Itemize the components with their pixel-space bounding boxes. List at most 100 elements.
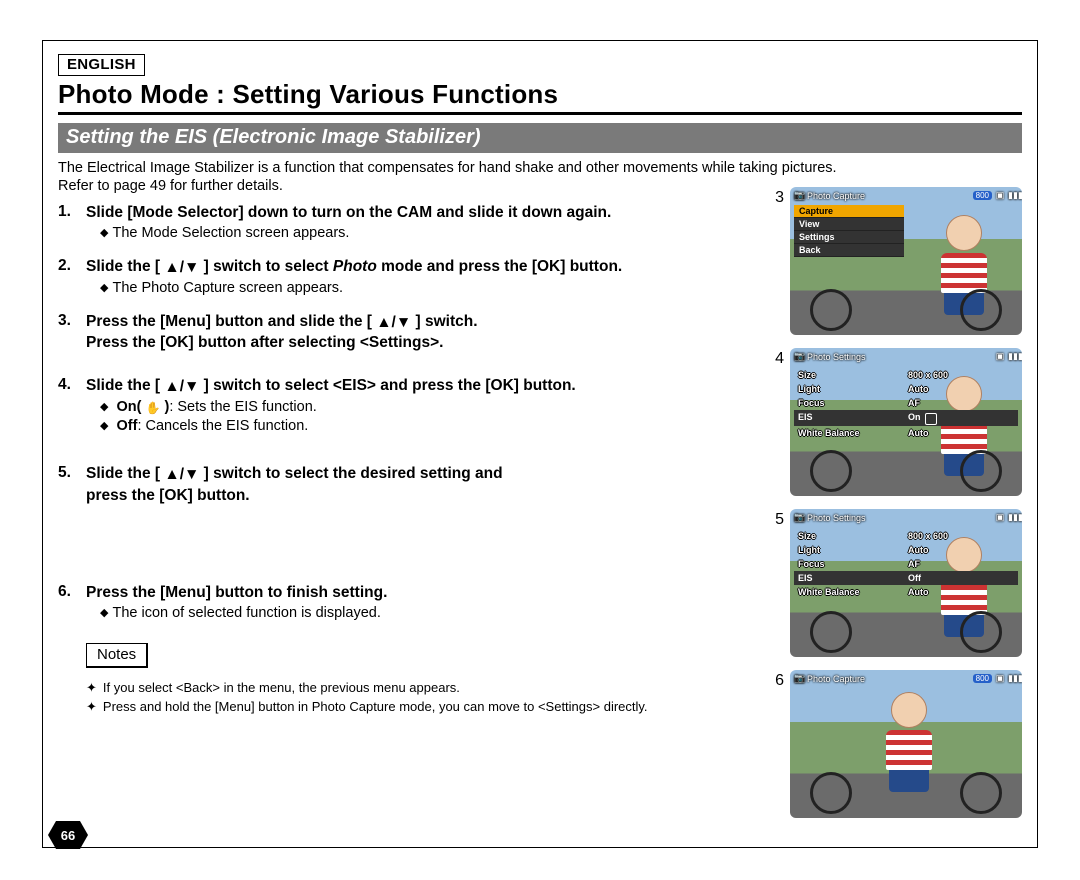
settings-row-size[interactable]: Size800 x 600 xyxy=(794,368,1018,382)
settings-row-eis[interactable]: EISOn xyxy=(794,410,1018,426)
hand-icon: ✋ xyxy=(146,401,161,417)
settings-row-wb[interactable]: White BalanceAuto xyxy=(794,585,1018,599)
settings-row-eis[interactable]: EISOff xyxy=(794,571,1018,585)
boy-figure xyxy=(881,692,937,784)
memory-icon: ▣ xyxy=(995,673,1005,684)
step-sub: The Photo Capture screen appears. xyxy=(100,279,778,298)
battery-icon: ▮▮▮ xyxy=(1008,512,1018,523)
screenshot-number: 4 xyxy=(766,350,784,368)
up-down-icon: ▲/▼ xyxy=(164,258,199,279)
battery-icon: ▮▮▮ xyxy=(1008,190,1018,201)
battery-icon: ▮▮▮ xyxy=(1008,351,1018,362)
memory-icon: ▣ xyxy=(995,512,1005,523)
screenshot-topbar: 📷 Photo Capture 800 ▣ ▮▮▮ xyxy=(794,190,1018,201)
page-number: 66 xyxy=(48,821,88,849)
screenshot-3-wrap: 3 📷 Photo Capture 800 ▣ ▮▮▮ Capture Vi xyxy=(790,187,1022,335)
step-5: 5. Slide the [ ▲/▼ ] switch to select th… xyxy=(58,464,778,507)
menu-item-settings[interactable]: Settings xyxy=(794,231,904,244)
settings-row-light[interactable]: LightAuto xyxy=(794,382,1018,396)
note-item: Press and hold the [Menu] button in Phot… xyxy=(86,697,778,717)
step-bold-text: Slide the [ ▲/▼ ] switch to select <EIS>… xyxy=(86,376,576,398)
screenshot-number: 6 xyxy=(766,672,784,690)
step-3: 3. Press the [Menu] button and slide the… xyxy=(58,312,778,355)
screenshot-title: Photo Settings xyxy=(807,513,866,523)
screenshot-topbar: 📷 Photo Capture 800 ▣ ▮▮▮ xyxy=(794,673,1018,684)
menu-item-view[interactable]: View xyxy=(794,218,904,231)
memory-icon: ▣ xyxy=(995,190,1005,201)
settings-menu: Size800 x 600 LightAuto FocusAF EISOn Wh… xyxy=(794,368,1018,440)
step-sub: The icon of selected function is display… xyxy=(100,604,778,623)
step-bold-text: Slide the [ ▲/▼ ] switch to select Photo… xyxy=(86,257,622,279)
step-number: 2. xyxy=(58,257,86,279)
step-4: 4. Slide the [ ▲/▼ ] switch to select <E… xyxy=(58,376,778,436)
settings-row-size[interactable]: Size800 x 600 xyxy=(794,529,1018,543)
camera-icon: 📷 xyxy=(794,190,804,201)
section-subtitle: Setting the EIS (Electronic Image Stabil… xyxy=(58,123,1022,153)
step-number: 6. xyxy=(58,583,86,604)
page-number-badge: 66 xyxy=(48,821,88,849)
intro-line-2: Refer to page 49 for further details. xyxy=(58,178,283,194)
camera-icon: 📷 xyxy=(794,673,804,684)
screenshot-4: 📷 Photo Settings ▣ ▮▮▮ Size800 x 600 Lig… xyxy=(790,348,1022,496)
screenshot-6: 📷 Photo Capture 800 ▣ ▮▮▮ xyxy=(790,670,1022,818)
capture-menu: Capture View Settings Back xyxy=(794,205,904,257)
camera-icon: 📷 xyxy=(794,512,804,523)
step-sub: On( ✋ ): Sets the EIS function. xyxy=(100,398,778,417)
manual-page: ENGLISH Photo Mode : Setting Various Fun… xyxy=(0,0,1080,880)
step-2: 2. Slide the [ ▲/▼ ] switch to select Ph… xyxy=(58,257,778,298)
screenshot-title: Photo Capture xyxy=(807,191,865,201)
bicycle-figure xyxy=(800,454,1012,492)
screenshot-6-wrap: 6 📷 Photo Capture 800 ▣ ▮▮▮ xyxy=(790,670,1022,818)
notes-list: If you select <Back> in the menu, the pr… xyxy=(86,678,778,717)
battery-icon: ▮▮▮ xyxy=(1008,673,1018,684)
screenshot-3: 📷 Photo Capture 800 ▣ ▮▮▮ Capture View S… xyxy=(790,187,1022,335)
size-badge: 800 xyxy=(973,674,992,683)
step-number: 1. xyxy=(58,203,86,224)
settings-row-light[interactable]: LightAuto xyxy=(794,543,1018,557)
screenshot-topbar: 📷 Photo Settings ▣ ▮▮▮ xyxy=(794,512,1018,523)
step-number: 5. xyxy=(58,464,86,507)
intro-line-1: The Electrical Image Stabilizer is a fun… xyxy=(58,160,837,176)
page-frame: ENGLISH Photo Mode : Setting Various Fun… xyxy=(42,40,1038,848)
step-bold-text: Slide [Mode Selector] down to turn on th… xyxy=(86,203,611,224)
menu-item-back[interactable]: Back xyxy=(794,244,904,257)
settings-row-focus[interactable]: FocusAF xyxy=(794,396,1018,410)
screenshot-5: 📷 Photo Settings ▣ ▮▮▮ Size800 x 600 Lig… xyxy=(790,509,1022,657)
step-sub: Off: Cancels the EIS function. xyxy=(100,417,778,436)
step-1: 1. Slide [Mode Selector] down to turn on… xyxy=(58,203,778,243)
step-sub: The Mode Selection screen appears. xyxy=(100,224,778,243)
step-number: 3. xyxy=(58,312,86,355)
bicycle-figure xyxy=(800,776,1012,814)
step-bold-text: Press the [Menu] button and slide the [ … xyxy=(86,312,478,355)
step-bold-text: Slide the [ ▲/▼ ] switch to select the d… xyxy=(86,464,503,507)
bicycle-figure xyxy=(800,293,1012,331)
language-badge: ENGLISH xyxy=(58,54,145,76)
hand-icon xyxy=(925,413,937,425)
notes-label: Notes xyxy=(86,643,148,668)
up-down-icon: ▲/▼ xyxy=(376,313,411,334)
page-title: Photo Mode : Setting Various Functions xyxy=(58,79,1022,115)
step-bold-text: Press the [Menu] button to finish settin… xyxy=(86,583,387,604)
size-badge: 800 xyxy=(973,191,992,200)
screenshot-number: 3 xyxy=(766,189,784,207)
screenshot-5-wrap: 5 📷 Photo Settings ▣ ▮▮▮ Size800 x 600 L… xyxy=(790,509,1022,657)
step-6: 6. Press the [Menu] button to finish set… xyxy=(58,583,778,623)
screenshot-topbar: 📷 Photo Settings ▣ ▮▮▮ xyxy=(794,351,1018,362)
up-down-icon: ▲/▼ xyxy=(164,377,199,398)
bicycle-figure xyxy=(800,615,1012,653)
settings-menu: Size800 x 600 LightAuto FocusAF EISOff W… xyxy=(794,529,1018,599)
steps-column: 1. Slide [Mode Selector] down to turn on… xyxy=(58,203,778,717)
screenshot-4-wrap: 4 📷 Photo Settings ▣ ▮▮▮ Size800 x 600 L… xyxy=(790,348,1022,496)
screenshot-title: Photo Settings xyxy=(807,352,866,362)
menu-item-capture[interactable]: Capture xyxy=(794,205,904,218)
settings-row-wb[interactable]: White BalanceAuto xyxy=(794,426,1018,440)
settings-row-focus[interactable]: FocusAF xyxy=(794,557,1018,571)
screenshot-title: Photo Capture xyxy=(807,674,865,684)
step-number: 4. xyxy=(58,376,86,398)
note-item: If you select <Back> in the menu, the pr… xyxy=(86,678,778,698)
screenshot-number: 5 xyxy=(766,511,784,529)
screenshots-column: 3 📷 Photo Capture 800 ▣ ▮▮▮ Capture Vi xyxy=(790,187,1022,831)
up-down-icon: ▲/▼ xyxy=(164,465,199,486)
camera-icon: 📷 xyxy=(794,351,804,362)
memory-icon: ▣ xyxy=(995,351,1005,362)
